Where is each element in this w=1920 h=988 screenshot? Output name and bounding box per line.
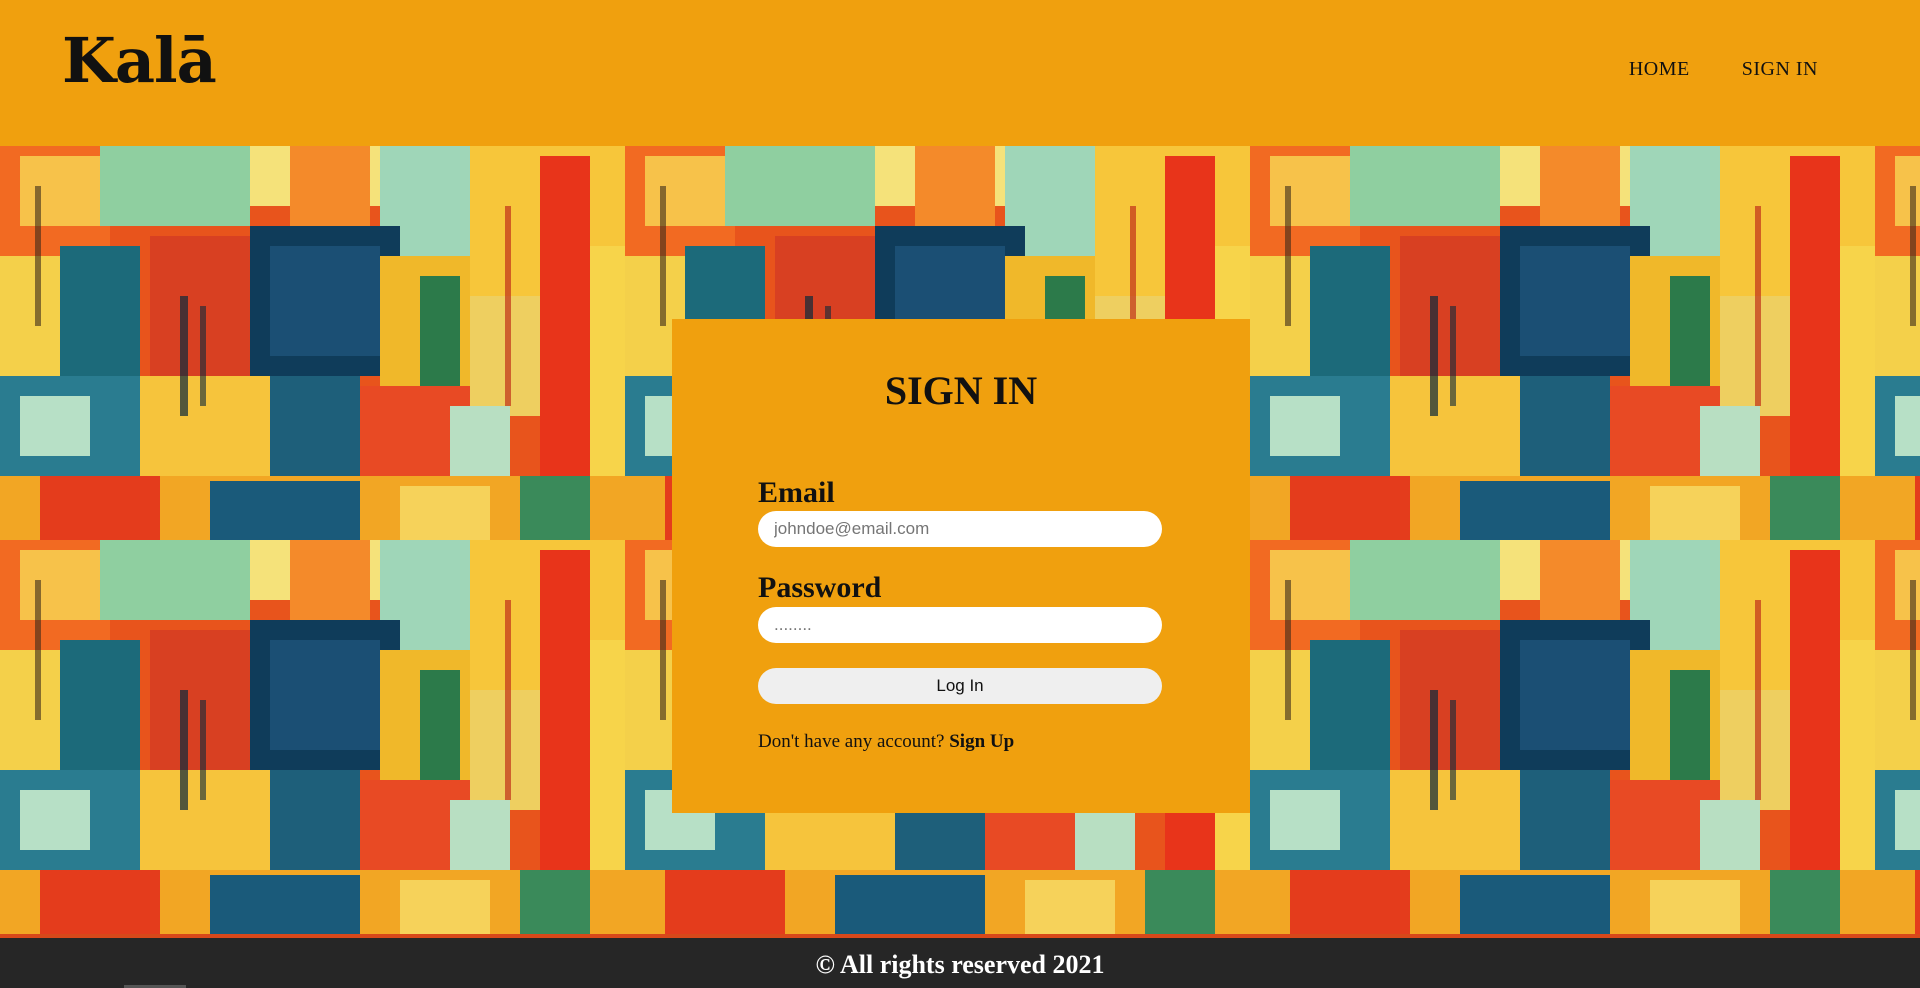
- password-label: Password: [758, 571, 882, 604]
- painting-tile: [1250, 146, 1875, 540]
- login-button[interactable]: Log In: [758, 668, 1162, 704]
- nav-signin-link[interactable]: SIGN IN: [1742, 58, 1818, 81]
- signup-prompt: Don't have any account? Sign Up: [758, 731, 1014, 753]
- no-account-text: Don't have any account?: [758, 731, 945, 752]
- signin-title: SIGN IN: [884, 368, 1038, 413]
- copyright-text: © All rights reserved 2021: [815, 950, 1105, 979]
- main-nav: HOME SIGN IN: [1629, 58, 1818, 81]
- nav-home-link[interactable]: HOME: [1629, 58, 1690, 81]
- signin-card: SIGN IN Email Password Log In Don't have…: [672, 319, 1250, 813]
- password-input[interactable]: [758, 607, 1162, 643]
- painting-tile: [0, 540, 625, 934]
- site-header: Kalā HOME SIGN IN: [0, 0, 1920, 146]
- painting-tile: [1250, 540, 1875, 934]
- painting-tile: [0, 146, 625, 540]
- painting-tile: [1875, 146, 1920, 540]
- site-footer: © All rights reserved 2021: [0, 938, 1920, 988]
- signup-link[interactable]: Sign Up: [949, 731, 1014, 752]
- email-label: Email: [758, 476, 835, 509]
- painting-tile: [1875, 540, 1920, 934]
- email-input[interactable]: [758, 511, 1162, 547]
- site-logo[interactable]: Kalā: [62, 24, 217, 97]
